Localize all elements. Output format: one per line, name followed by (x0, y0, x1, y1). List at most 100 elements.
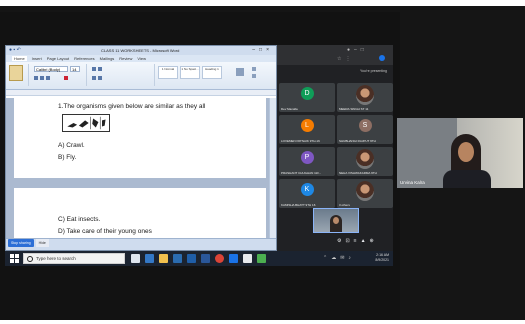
quick-access-icon[interactable]: ● ▪ ↶ (9, 47, 21, 53)
taskbar-search-input[interactable]: Type here to search (23, 253, 125, 264)
document-page[interactable]: 1.The organisms given below are similar … (14, 98, 266, 178)
participant-name: PRASHANT CHUGHAN 11F... (281, 171, 322, 175)
tab-home[interactable]: Home (12, 56, 27, 61)
participant-name: KAMISHA BHATT 9TH 16 (281, 203, 316, 207)
search-placeholder: Type here to search (36, 256, 76, 261)
participant-tile[interactable]: L LOVEMEN PATNAIK 9TH-16 (279, 115, 335, 144)
participant-name: MEERA SINGH ST 11 (339, 107, 369, 111)
stop-sharing-button[interactable]: Stop sharing (8, 239, 34, 247)
windows-start-icon[interactable] (10, 254, 19, 263)
pinned-participant-name: Urvina Kalra (400, 180, 425, 185)
participant-name: 3 others (339, 203, 350, 207)
ribbon-divider (86, 64, 87, 86)
participant-name: SHUBHANGI RAJPUT 9TH (339, 139, 376, 143)
clock[interactable]: 2:16 AM 8/9/2021 (375, 253, 389, 263)
participant-body (443, 170, 491, 188)
style-heading-1[interactable]: Heading 1 (202, 66, 222, 79)
ruler (6, 90, 276, 96)
meet-header: ●–□ ☆⋮ (277, 45, 393, 65)
question-text: 1.The organisms given below are similar … (58, 103, 206, 110)
app-icon[interactable] (229, 254, 238, 263)
presenting-label: You're presenting (359, 69, 387, 73)
change-styles-icon[interactable] (236, 68, 244, 76)
style-no-spacing[interactable]: 1 No Spaci... (180, 66, 200, 79)
tab-page-layout[interactable]: Page Layout (47, 56, 69, 61)
share-toolbar: Stop sharing Hide (8, 239, 63, 247)
task-view-icon[interactable] (131, 254, 140, 263)
chrome-icon[interactable] (215, 254, 224, 263)
participant-tile[interactable]: P PRASHANT CHUGHAN 11F... (279, 147, 335, 176)
ribbon-divider (28, 64, 29, 86)
mail-icon[interactable] (187, 254, 196, 263)
font-name-select[interactable]: Calibri (Body) (34, 66, 68, 72)
meet-panel: ●–□ ☆⋮ You're presenting D Dev Manalla M… (277, 45, 393, 251)
store-icon[interactable] (173, 254, 182, 263)
participant-tile[interactable]: MEERA SINGH ST 11 (337, 83, 393, 112)
participant-avatar: K (300, 183, 314, 196)
tab-insert[interactable]: Insert (32, 56, 42, 61)
tab-mailings[interactable]: Mailings (100, 56, 115, 61)
option-d: D) Take care of their young ones (58, 228, 152, 235)
hide-button[interactable]: Hide (35, 239, 49, 247)
participant-name: LOVEMEN PATNAIK 9TH-16 (281, 139, 320, 143)
option-b: B) Fly. (58, 154, 77, 161)
edge-icon[interactable] (145, 254, 154, 263)
document-area: 1.The organisms given below are similar … (6, 98, 276, 240)
underline-icon[interactable] (46, 76, 50, 80)
numbering-icon[interactable] (98, 67, 102, 71)
app-icon[interactable] (243, 254, 252, 263)
ribbon-tabs: Home Insert Page Layout References Maili… (6, 55, 276, 62)
bold-icon[interactable] (34, 76, 38, 80)
participant-tile[interactable]: S SHUBHANGI RAJPUT 9TH (337, 115, 393, 144)
file-explorer-icon[interactable] (159, 254, 168, 263)
option-a: A) Crawl. (58, 142, 85, 149)
word-window: ● ▪ ↶ CLASS 11 WORKSHEETS - Microsoft Wo… (5, 45, 277, 251)
document-page[interactable]: C) Eat insects. D) Take care of their yo… (14, 188, 266, 240)
participant-tile[interactable]: D Dev Manalla (279, 83, 335, 112)
participant-avatar: D (300, 87, 314, 100)
self-view-tile[interactable] (313, 208, 359, 233)
participant-name: NEHA VISHWAKARMA 9TH (339, 171, 377, 175)
italic-icon[interactable] (40, 76, 44, 80)
participant-tile[interactable]: 3 others (337, 179, 393, 208)
tab-review[interactable]: Review (119, 56, 132, 61)
tab-view[interactable]: View (137, 56, 146, 61)
ribbon: Calibri (Body) 14 1 Normal 1 No Spaci...… (6, 62, 276, 90)
vertical-scrollbar[interactable] (269, 98, 276, 240)
system-tray-icons[interactable]: ⌃☁✉♪ (323, 255, 355, 261)
search-icon (27, 256, 33, 262)
participant-photo (356, 85, 374, 105)
option-c: C) Eat insects. (58, 216, 101, 223)
word-title: CLASS 11 WORKSHEETS - Microsoft Word (101, 48, 180, 53)
pinned-video-tile[interactable]: Urvina Kalra (397, 118, 523, 188)
browser-toolbar-icons[interactable]: ☆⋮ (337, 56, 354, 62)
window-controls[interactable]: –□× (252, 47, 273, 53)
profile-avatar[interactable] (379, 55, 385, 61)
ribbon-divider (154, 64, 155, 86)
align-left-icon[interactable] (92, 76, 96, 80)
app-icon[interactable] (257, 254, 266, 263)
organisms-image (62, 114, 110, 132)
bullets-icon[interactable] (92, 67, 96, 71)
paste-icon[interactable] (9, 65, 23, 81)
participant-avatar: P (300, 151, 314, 164)
participant-avatar: S (358, 119, 372, 132)
font-size-select[interactable]: 14 (70, 66, 80, 72)
participant-photo (356, 149, 374, 169)
tab-references[interactable]: References (74, 56, 94, 61)
participant-photo (356, 181, 374, 201)
find-icon[interactable] (252, 67, 256, 71)
meet-controls[interactable]: ⚙⊡≡▲⊕ (337, 238, 378, 244)
style-normal[interactable]: 1 Normal (158, 66, 178, 79)
font-color-icon[interactable] (64, 76, 68, 80)
browser-window-controls[interactable]: ●–□ (347, 47, 368, 53)
participant-tile[interactable]: NEHA VISHWAKARMA 9TH (337, 147, 393, 176)
align-center-icon[interactable] (98, 76, 102, 80)
clock-date: 8/9/2021 (375, 258, 389, 262)
taskbar: Type here to search ⌃☁✉♪ 2:16 AM 8/9/202… (5, 251, 393, 266)
word-titlebar: ● ▪ ↶ CLASS 11 WORKSHEETS - Microsoft Wo… (6, 46, 276, 55)
word-taskbar-icon[interactable] (201, 254, 210, 263)
replace-icon[interactable] (252, 74, 256, 78)
participant-tile[interactable]: K KAMISHA BHATT 9TH 16 (279, 179, 335, 208)
participant-name: Dev Manalla (281, 107, 298, 111)
